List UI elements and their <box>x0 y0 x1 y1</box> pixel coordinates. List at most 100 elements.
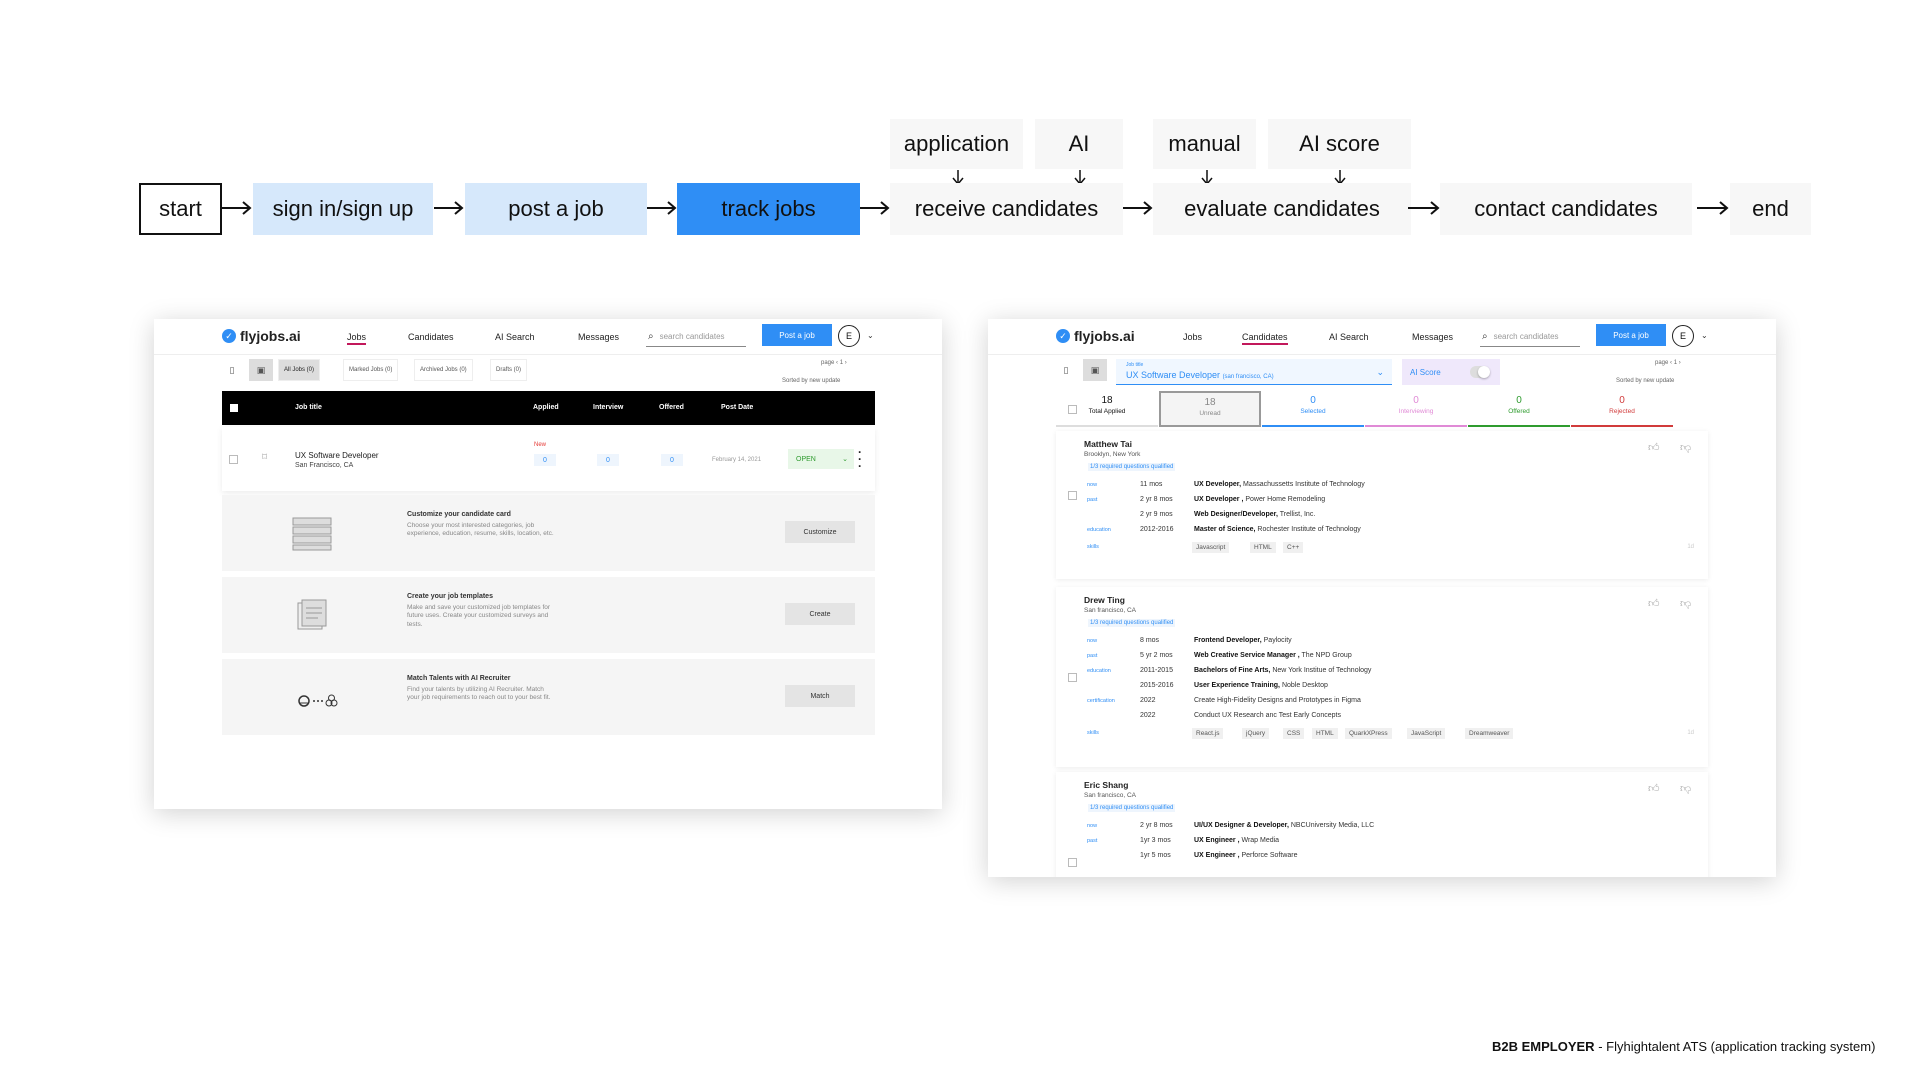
tab-marked-jobs[interactable]: Marked Jobs (0) <box>343 359 399 381</box>
post-job-button[interactable]: Post a job <box>762 324 832 346</box>
stat-selected[interactable]: 0 Selected <box>1262 391 1364 427</box>
jobs-table-header: Job title Applied Interview Offered Post… <box>222 391 875 425</box>
row-checkbox[interactable] <box>229 455 238 464</box>
bookmark-icon[interactable]: ⌑ <box>262 452 267 463</box>
top-nav: ✓ flyjobs.ai Jobs Candidates AI Search Me… <box>154 319 942 355</box>
stat-total-applied[interactable]: 18 Total Applied <box>1056 391 1158 427</box>
list-view-icon[interactable]: ▯ <box>1054 359 1078 381</box>
create-button[interactable]: Create <box>785 603 855 625</box>
chevron-down-icon[interactable]: ⌄ <box>1701 331 1708 340</box>
candidate-name[interactable]: Matthew Tai <box>1084 439 1132 449</box>
search-input[interactable]: ⌕ search candidates <box>1480 327 1580 347</box>
flow-sub-manual: manual <box>1153 119 1256 169</box>
stat-number: 0 <box>1413 395 1419 406</box>
col-applied[interactable]: Applied <box>533 404 559 411</box>
row-tag: now <box>1087 482 1098 488</box>
col-job-title[interactable]: Job title <box>295 404 322 411</box>
post-job-button[interactable]: Post a job <box>1596 324 1666 346</box>
job-select-dropdown[interactable]: Job title UX Software Developer (san fra… <box>1116 359 1392 385</box>
flow-signin-label: sign in/sign up <box>272 196 414 221</box>
search-icon: ⌕ <box>1482 331 1488 342</box>
stat-interviewing[interactable]: 0 Interviewing <box>1365 391 1467 427</box>
tab-all-jobs[interactable]: All Jobs (0) <box>278 359 321 381</box>
chevron-down-icon[interactable]: ⌄ <box>867 331 874 340</box>
tab-drafts[interactable]: Drafts (0) <box>490 359 528 381</box>
flow-arrow <box>222 201 252 215</box>
pager: page ‹ 1 › <box>821 360 847 366</box>
row-duration: 8 mos <box>1140 637 1160 644</box>
more-options-icon[interactable]: · · · <box>858 446 862 472</box>
role-org: Rochester Institute of Technology <box>1257 526 1361 533</box>
tab-archived-jobs[interactable]: Archived Jobs (0) <box>414 359 473 381</box>
role-title: UX Engineer , <box>1194 852 1240 859</box>
toggle-switch[interactable] <box>1470 366 1490 378</box>
stat-label: Unread <box>1199 410 1221 417</box>
thumbs-up-icon[interactable]: 👍︎ <box>1648 782 1660 795</box>
avatar[interactable]: E <box>1672 325 1694 347</box>
status-dropdown[interactable]: OPEN ⌄ <box>788 449 854 469</box>
thumbs-down-icon[interactable]: 👎︎ <box>1680 597 1691 610</box>
row-duration: 11 mos <box>1140 481 1163 488</box>
thumbs-up-icon[interactable]: 👍︎ <box>1648 441 1660 454</box>
stat-unread[interactable]: 18 Unread <box>1159 391 1261 427</box>
candidate-name[interactable]: Eric Shang <box>1084 780 1128 790</box>
job-select-value: UX Software Developer (san francisco, CA… <box>1126 370 1274 380</box>
page-number[interactable]: 1 <box>1674 360 1677 366</box>
row-role: Master of Science, Rochester Institute o… <box>1194 526 1361 533</box>
nav-messages[interactable]: Messages <box>578 332 619 342</box>
row-tag: certification <box>1087 698 1115 704</box>
search-placeholder: search candidates <box>1493 332 1559 341</box>
job-row[interactable]: ⌑ UX Software Developer San Francisco, C… <box>222 427 875 491</box>
avatar[interactable]: E <box>838 325 860 347</box>
ai-score-toggle[interactable]: AI Score <box>1402 359 1500 385</box>
row-checkbox[interactable] <box>1068 491 1077 500</box>
list-view-icon[interactable]: ▯ <box>220 359 244 381</box>
nav-jobs[interactable]: Jobs <box>347 332 367 345</box>
logo[interactable]: ✓ flyjobs.ai <box>1056 328 1135 344</box>
nav-candidates[interactable]: Candidates <box>408 332 454 342</box>
search-input[interactable]: ⌕ search candidates <box>646 327 746 347</box>
row-tag: past <box>1087 497 1098 503</box>
candidate-card[interactable]: Eric Shang San francisco, CA 1/3 required … <box>1056 772 1708 877</box>
skill-chip: JavaScript <box>1407 728 1446 739</box>
stat-offered[interactable]: 0 Offered <box>1468 391 1570 427</box>
nav-ai-search[interactable]: AI Search <box>1329 332 1369 342</box>
col-post-date[interactable]: Post Date <box>721 404 753 411</box>
flow-contact-candidates: contact candidates <box>1440 183 1692 235</box>
role-title: User Experience Training, <box>1194 682 1280 689</box>
page-number[interactable]: 1 <box>840 360 843 366</box>
match-button[interactable]: Match <box>785 685 855 707</box>
thumbs-up-icon[interactable]: 👍︎ <box>1648 597 1660 610</box>
select-all-checkbox[interactable] <box>230 404 238 412</box>
promo-ai-recruiter: Match Talents with AI Recruiter Find you… <box>222 659 875 735</box>
col-interview[interactable]: Interview <box>593 404 623 411</box>
offered-count[interactable]: 0 <box>661 454 683 466</box>
card-view-icon[interactable]: ▣ <box>1083 359 1107 381</box>
nav-candidates[interactable]: Candidates <box>1242 332 1288 345</box>
thumbs-down-icon[interactable]: 👎︎ <box>1680 782 1691 795</box>
candidate-card[interactable]: Drew Ting San francisco, CA 1/3 required q… <box>1056 587 1708 767</box>
caption: B2B EMPLOYER - Flyhightalent ATS (applic… <box>1492 1039 1875 1054</box>
sort-label[interactable]: Sorted by new update <box>782 378 840 384</box>
thumbs-down-icon[interactable]: 👎︎ <box>1680 441 1691 454</box>
stat-rejected[interactable]: 0 Rejected <box>1571 391 1673 427</box>
applied-count[interactable]: 0 <box>534 454 556 466</box>
col-offered[interactable]: Offered <box>659 404 684 411</box>
toggle-knob <box>1478 366 1490 378</box>
interview-count[interactable]: 0 <box>597 454 619 466</box>
row-role: Bachelors of Fine Arts, New York Institu… <box>1194 667 1371 674</box>
customize-button[interactable]: Customize <box>785 521 855 543</box>
row-checkbox[interactable] <box>1068 858 1077 867</box>
candidate-name[interactable]: Drew Ting <box>1084 595 1125 605</box>
nav-ai-search[interactable]: AI Search <box>495 332 535 342</box>
logo[interactable]: ✓ flyjobs.ai <box>222 328 301 344</box>
row-checkbox[interactable] <box>1068 673 1077 682</box>
candidate-card[interactable]: Matthew Tai Brooklyn, New York 1/3 require… <box>1056 431 1708 579</box>
nav-messages[interactable]: Messages <box>1412 332 1453 342</box>
sort-label[interactable]: Sorted by new update <box>1616 378 1674 384</box>
nav-jobs[interactable]: Jobs <box>1183 332 1202 342</box>
job-title[interactable]: UX Software Developer <box>295 451 379 460</box>
card-view-icon[interactable]: ▣ <box>249 359 273 381</box>
logo-text: flyjobs.ai <box>1074 328 1135 344</box>
candidates-screenshot: ✓ flyjobs.ai Jobs Candidates AI Search Me… <box>988 319 1776 877</box>
